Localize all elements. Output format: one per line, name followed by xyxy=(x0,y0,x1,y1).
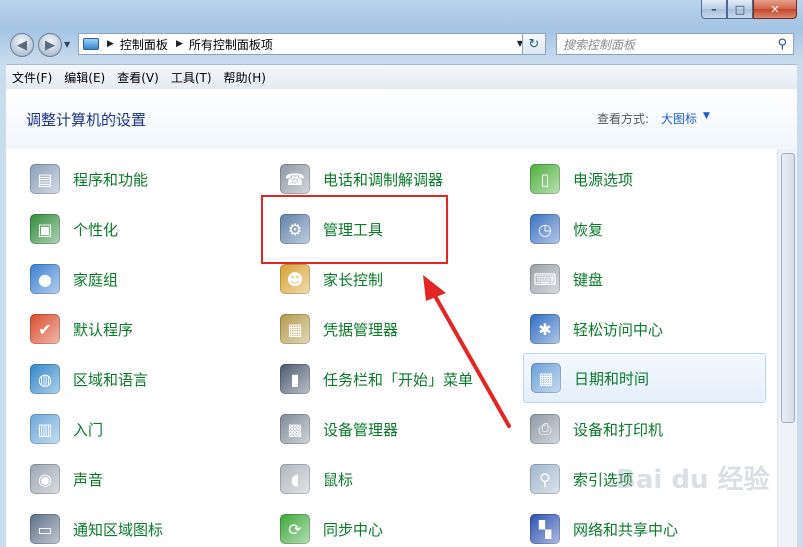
search-box[interactable]: 搜索控制面板 ⚲ xyxy=(556,33,794,55)
history-dropdown-icon[interactable]: ▼ xyxy=(64,40,70,49)
close-button[interactable]: ✕ xyxy=(753,0,797,19)
breadcrumb-chevron-icon[interactable]: ▶ xyxy=(176,39,183,49)
navigation-bar: ◀ ▶ ▼ ▶ 控制面板 ▶ 所有控制面板项 ▼ ↻ 搜索控制面板 ⚲ xyxy=(0,28,803,64)
caption-buttons: – □ ✕ xyxy=(701,0,797,19)
breadcrumb-chevron-icon[interactable]: ▶ xyxy=(107,39,114,49)
content-pane: 调整计算机的设置 查看方式: 大图标 ▼ ▤ 程序和功能 ▣ 个性化 ● 家庭组… xyxy=(6,89,797,547)
scrollbar-thumb[interactable] xyxy=(781,153,795,423)
window-frame: – □ ✕ ◀ ▶ ▼ ▶ 控制面板 ▶ 所有控制面板项 ▼ ↻ 搜索控制面板 … xyxy=(0,0,803,547)
refresh-button[interactable]: ↻ xyxy=(522,33,546,55)
menu-view[interactable]: 查看(V) xyxy=(111,69,165,86)
minimize-button[interactable]: – xyxy=(701,0,727,19)
search-input[interactable]: 搜索控制面板 xyxy=(563,36,777,53)
menu-help[interactable]: 帮助(H) xyxy=(218,69,272,86)
refresh-icon: ↻ xyxy=(528,36,540,52)
menu-tools[interactable]: 工具(T) xyxy=(165,69,218,86)
control-panel-icon xyxy=(83,38,99,50)
menu-bar: 文件(F) 编辑(E) 查看(V) 工具(T) 帮助(H) xyxy=(6,64,797,89)
breadcrumb-all-items[interactable]: 所有控制面板项 xyxy=(189,36,273,53)
watermark: Bai du 经验 xyxy=(616,465,770,495)
menu-file[interactable]: 文件(F) xyxy=(6,69,58,86)
breadcrumb-control-panel[interactable]: 控制面板 xyxy=(120,36,168,53)
search-icon[interactable]: ⚲ xyxy=(777,37,787,52)
address-bar[interactable]: ▶ 控制面板 ▶ 所有控制面板项 ▼ xyxy=(78,33,544,55)
forward-button[interactable]: ▶ xyxy=(38,33,62,57)
vertical-scrollbar[interactable] xyxy=(777,149,797,547)
maximize-button[interactable]: □ xyxy=(727,0,753,19)
back-button[interactable]: ◀ xyxy=(10,33,34,57)
menu-edit[interactable]: 编辑(E) xyxy=(58,69,111,86)
